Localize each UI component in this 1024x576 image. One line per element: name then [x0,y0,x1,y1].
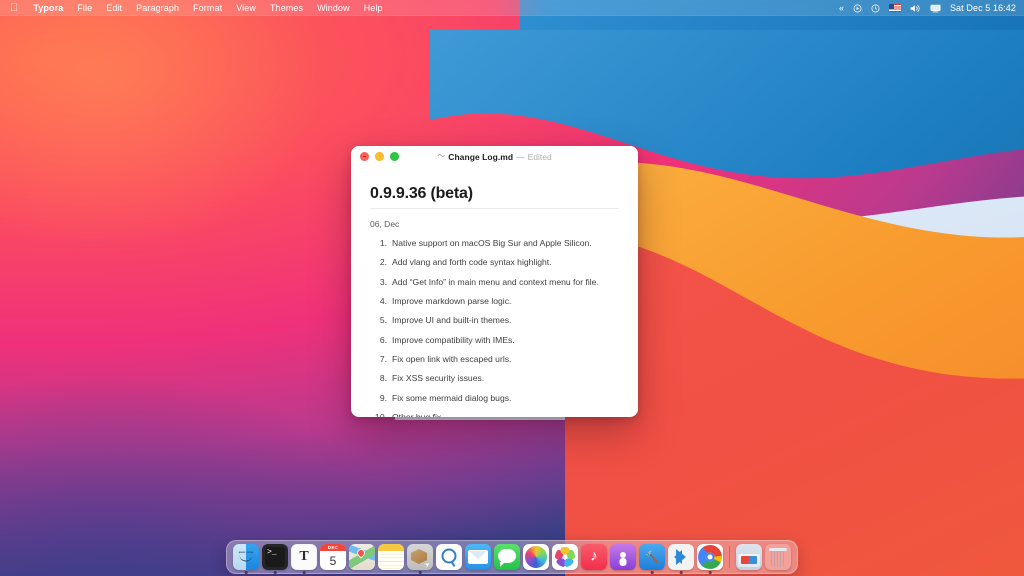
dock-item-trash[interactable] [765,544,791,570]
changelog-list: Native support on macOS Big Sur and Appl… [370,238,619,417]
menu-item-edit[interactable]: Edit [99,0,129,16]
list-item: Improve compatibility with IMEs. [370,335,619,346]
menu-item-themes[interactable]: Themes [263,0,310,16]
control-center-icon[interactable] [853,0,862,16]
menu-bar:  Typora File Edit Paragraph Format View… [0,0,1024,16]
volume-icon[interactable] [910,0,921,16]
dock-item-notes[interactable] [378,544,404,570]
close-button[interactable] [360,152,369,161]
menu-item-help[interactable]: Help [357,0,390,16]
calendar-icon[interactable]: DEC 5 [320,544,346,570]
typora-icon[interactable]: T [291,544,317,570]
list-item: Improve UI and built-in themes. [370,315,619,326]
document-heading: 0.9.9.36 (beta) [370,185,619,209]
mail-icon[interactable] [465,544,491,570]
window-titlebar[interactable]: 〜 Change Log.md — Edited [351,146,638,168]
list-item: Add “Get Info” in main menu and context … [370,277,619,288]
vscode-icon[interactable] [668,544,694,570]
list-item: Fix XSS security issues. [370,373,619,384]
dock-item-chrome[interactable] [697,544,723,570]
notes-icon-header [378,544,404,551]
desktop-screen:  Typora File Edit Paragraph Format View… [0,0,1024,576]
dock-item-color-wheel[interactable] [523,544,549,570]
dock-item-mail[interactable] [465,544,491,570]
screen-mirroring-icon[interactable] [930,0,941,16]
dock-item-parcel[interactable] [407,544,433,570]
calendar-day: 5 [320,551,346,570]
apple-menu-icon[interactable]:  [7,0,26,16]
dock-item-typora[interactable]: T [291,544,317,570]
dock-item-messages[interactable] [494,544,520,570]
dock-item-vscode[interactable] [668,544,694,570]
menu-bar-left:  Typora File Edit Paragraph Format View… [0,0,390,16]
menu-bar-clock[interactable]: Sat Dec 5 16:42 [950,3,1016,13]
window-title-dash: — [516,152,525,162]
downloads-folder-icon[interactable] [736,544,762,570]
window-title-state: Edited [528,152,552,162]
list-item: Fix open link with escaped urls. [370,354,619,365]
traffic-lights [351,152,399,161]
dock[interactable]: >_ T DEC 5 [226,540,798,574]
running-indicator [419,571,422,574]
parcel-box-icon[interactable] [407,544,433,570]
dock-divider [729,546,730,568]
list-item: Fix some mermaid dialog bugs. [370,393,619,404]
minimize-button[interactable] [375,152,384,161]
sogou-input-icon[interactable] [436,544,462,570]
list-item: Improve markdown parse logic. [370,296,619,307]
notes-icon-lines [378,551,404,570]
calendar-month: DEC [320,544,346,551]
running-indicator [680,571,683,574]
list-item: Other bug fix. [370,412,619,417]
chevron-left-icon[interactable]: « [839,0,844,16]
dock-item-xcode[interactable] [639,544,665,570]
podcasts-icon[interactable] [610,544,636,570]
color-wheel-icon[interactable] [523,544,549,570]
document-date: 06, Dec [370,219,619,229]
dock-item-music[interactable] [581,544,607,570]
trash-icon[interactable] [765,544,791,570]
running-indicator [303,571,306,574]
menu-bar-status-area: « [839,0,1024,16]
messages-icon[interactable] [494,544,520,570]
maps-icon[interactable] [349,544,375,570]
dock-item-photos[interactable] [552,544,578,570]
typora-window[interactable]: 〜 Change Log.md — Edited 0.9.9.36 (beta)… [351,146,638,417]
list-item: Add vlang and forth code syntax highligh… [370,257,619,268]
menu-item-file[interactable]: File [70,0,99,16]
finder-icon[interactable] [233,544,259,570]
menu-item-format[interactable]: Format [186,0,229,16]
notes-icon[interactable] [378,544,404,570]
dock-item-calendar[interactable]: DEC 5 [320,544,346,570]
xcode-icon[interactable] [639,544,665,570]
running-indicator [245,571,248,574]
dock-item-podcasts[interactable] [610,544,636,570]
running-indicator [651,571,654,574]
terminal-prompt: >_ [265,547,285,567]
menu-item-view[interactable]: View [229,0,263,16]
terminal-icon[interactable]: >_ [262,544,288,570]
list-item: Native support on macOS Big Sur and Appl… [370,238,619,249]
music-icon[interactable] [581,544,607,570]
photos-icon[interactable] [552,544,578,570]
zoom-button[interactable] [390,152,399,161]
menu-item-paragraph[interactable]: Paragraph [129,0,186,16]
running-indicator [274,571,277,574]
dock-item-finder[interactable] [233,544,259,570]
menu-item-window[interactable]: Window [310,0,357,16]
us-flag-icon[interactable] [889,0,901,16]
chrome-icon[interactable] [697,544,723,570]
dock-item-maps[interactable] [349,544,375,570]
dock-item-downloads[interactable] [736,544,762,570]
document-content[interactable]: 0.9.9.36 (beta) 06, Dec Native support o… [351,168,638,417]
dock-item-sogou[interactable] [436,544,462,570]
dock-item-terminal[interactable]: >_ [262,544,288,570]
time-machine-icon[interactable] [871,0,880,16]
edit-squiggle-icon: 〜 [437,153,445,161]
running-indicator [709,571,712,574]
menu-item-typora[interactable]: Typora [26,0,70,16]
window-title-filename: Change Log.md [448,152,513,162]
